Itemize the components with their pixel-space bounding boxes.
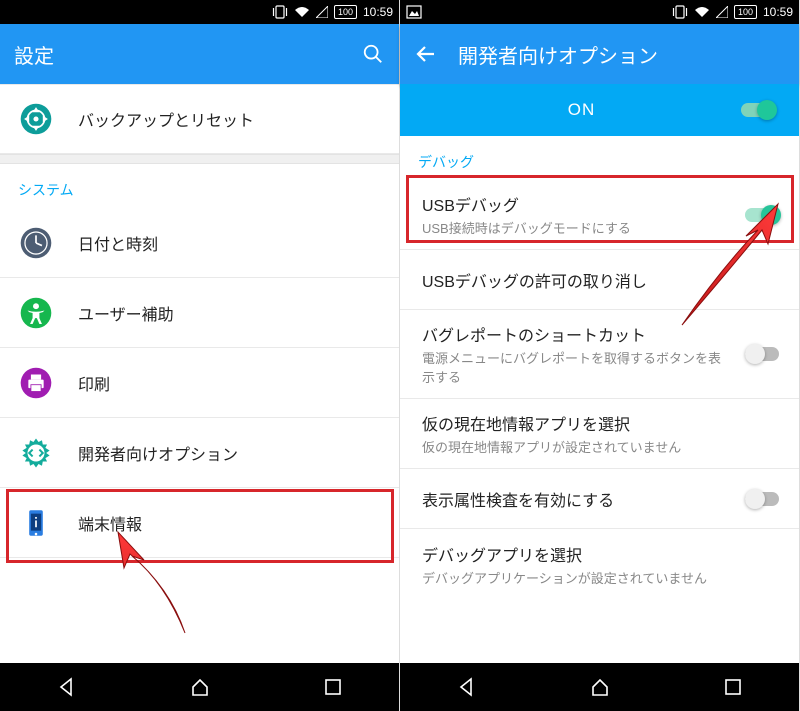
home-button[interactable] [186,673,214,701]
item-label: USBデバッグ [422,192,721,216]
back-button[interactable] [53,673,81,701]
statusbar: 100 10:59 [0,0,399,24]
clock-icon [18,225,54,261]
item-bugreport-shortcut[interactable]: バグレポートのショートカット 電源メニューにバグレポートを取得するボタンを表示す… [400,310,799,399]
master-toggle-row[interactable]: ON [400,84,799,136]
item-print[interactable]: 印刷 [0,348,399,418]
item-sublabel: 仮の現在地情報アプリが設定されていません [422,437,781,456]
appbar-title: 設定 [14,40,341,69]
settings-list: バックアップとリセット システム 日付と時刻 ユーザー補助 印刷 [0,84,399,663]
battery-level: 100 [334,5,357,19]
vibrate-icon [672,5,688,19]
item-select-debug-app[interactable]: デバッグアプリを選択 デバッグアプリケーションが設定されていません [400,529,799,599]
wifi-icon [294,6,310,18]
item-backup-reset[interactable]: バックアップとリセット [0,84,399,154]
item-sublabel: 電源メニューにバグレポートを取得するボタンを表示する [422,348,721,386]
recent-button[interactable] [319,673,347,701]
item-developer-options[interactable]: 開発者向けオプション [0,418,399,488]
item-label: 印刷 [78,371,381,395]
clock: 10:59 [363,5,393,19]
appbar-title: 開発者向けオプション [458,40,785,69]
item-sublabel: USB接続時はデバッグモードにする [422,218,721,237]
master-toggle[interactable] [741,100,777,120]
home-button[interactable] [586,673,614,701]
item-label: USBデバッグの許可の取り消し [422,268,781,292]
picture-icon [406,5,422,19]
statusbar: 100 10:59 [400,0,799,24]
backup-icon [18,101,54,137]
appbar-left: 設定 [0,24,399,84]
phone-info-icon [18,505,54,541]
navbar [0,663,399,711]
item-label: バグレポートのショートカット [422,322,721,346]
section-debug: デバッグ [400,136,799,180]
item-about-phone[interactable]: 端末情報 [0,488,399,558]
wifi-icon [694,6,710,18]
print-icon [18,365,54,401]
back-button[interactable] [453,673,481,701]
usb-debug-toggle[interactable] [745,205,781,225]
item-label: 表示属性検査を有効にする [422,487,721,511]
item-label: デバッグアプリを選択 [422,542,781,566]
screen-right-devoptions: 100 10:59 開発者向けオプション ON デバッグ USBデバッグ USB… [400,0,800,711]
signal-icon [316,6,328,18]
item-usb-debug[interactable]: USBデバッグ USB接続時はデバッグモードにする [400,180,799,250]
item-label: 端末情報 [78,511,381,535]
battery-level: 100 [734,5,757,19]
item-label: 開発者向けオプション [78,441,381,465]
recent-button[interactable] [719,673,747,701]
back-icon[interactable] [414,42,438,66]
item-label: 仮の現在地情報アプリを選択 [422,411,781,435]
signal-icon [716,6,728,18]
item-accessibility[interactable]: ユーザー補助 [0,278,399,348]
item-sublabel: デバッグアプリケーションが設定されていません [422,568,781,587]
accessibility-icon [18,295,54,331]
item-datetime[interactable]: 日付と時刻 [0,208,399,278]
vibrate-icon [272,5,288,19]
developer-icon [18,435,54,471]
item-label: ユーザー補助 [78,301,381,325]
viewattr-toggle[interactable] [745,489,781,509]
navbar [400,663,799,711]
divider [0,154,399,164]
item-revoke-usb[interactable]: USBデバッグの許可の取り消し [400,250,799,310]
screen-left-settings: 100 10:59 設定 バックアップとリセット システム 日付と時刻 [0,0,400,711]
devoptions-list: ON デバッグ USBデバッグ USB接続時はデバッグモードにする USBデバッ… [400,84,799,663]
search-icon[interactable] [361,42,385,66]
bugreport-toggle[interactable] [745,344,781,364]
item-view-attr-inspect[interactable]: 表示属性検査を有効にする [400,469,799,529]
section-system: システム [0,164,399,208]
item-label: バックアップとリセット [78,107,381,131]
item-mock-location[interactable]: 仮の現在地情報アプリを選択 仮の現在地情報アプリが設定されていません [400,399,799,469]
clock: 10:59 [763,5,793,19]
on-label: ON [422,100,741,120]
item-label: 日付と時刻 [78,231,381,255]
appbar-right: 開発者向けオプション [400,24,799,84]
